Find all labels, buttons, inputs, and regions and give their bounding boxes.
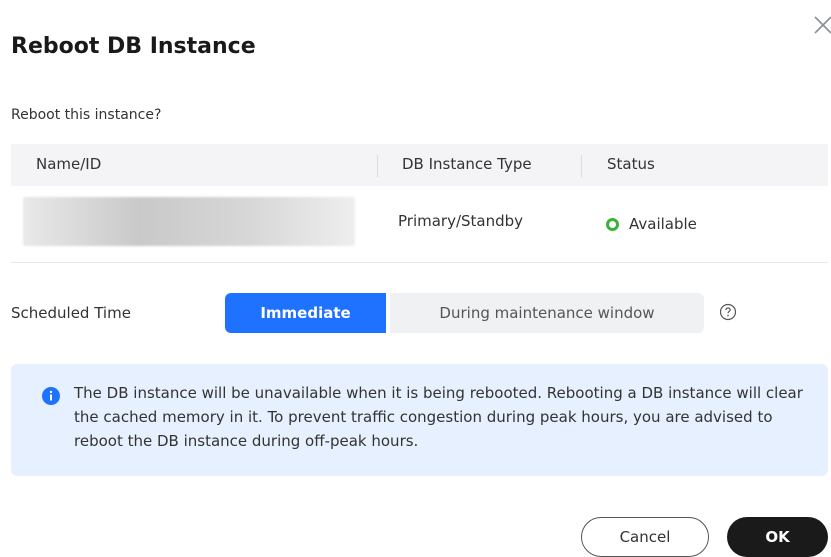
help-circle-icon[interactable] — [719, 303, 737, 321]
column-divider — [581, 155, 582, 177]
ok-button[interactable]: OK — [727, 517, 828, 557]
dialog-title: Reboot DB Instance — [11, 34, 256, 59]
info-circle-icon — [41, 386, 61, 406]
column-header-instance-type: DB Instance Type — [402, 155, 532, 173]
reboot-question: Reboot this instance? — [11, 107, 162, 123]
scheduled-time-label: Scheduled Time — [11, 304, 131, 322]
instance-table: Name/ID DB Instance Type Status Primary/… — [11, 144, 828, 263]
instance-type-cell: Primary/Standby — [398, 212, 524, 230]
status-ring-icon — [606, 217, 619, 231]
redacted-name-id — [23, 197, 355, 246]
column-header-name-id: Name/ID — [36, 155, 102, 173]
cancel-button[interactable]: Cancel — [581, 517, 709, 557]
info-alert: The DB instance will be unavailable when… — [11, 364, 828, 476]
table-row: Primary/Standby Available — [11, 186, 828, 263]
status-cell: Available — [606, 215, 697, 233]
column-divider — [377, 155, 378, 177]
immediate-option-button[interactable]: Immediate — [225, 293, 386, 333]
table-header: Name/ID DB Instance Type Status — [11, 144, 828, 186]
status-label: Available — [629, 215, 697, 233]
maintenance-window-option-button[interactable]: During maintenance window — [390, 293, 704, 333]
alert-message: The DB instance will be unavailable when… — [74, 384, 803, 450]
column-header-status: Status — [607, 155, 655, 173]
close-icon[interactable] — [812, 14, 831, 36]
